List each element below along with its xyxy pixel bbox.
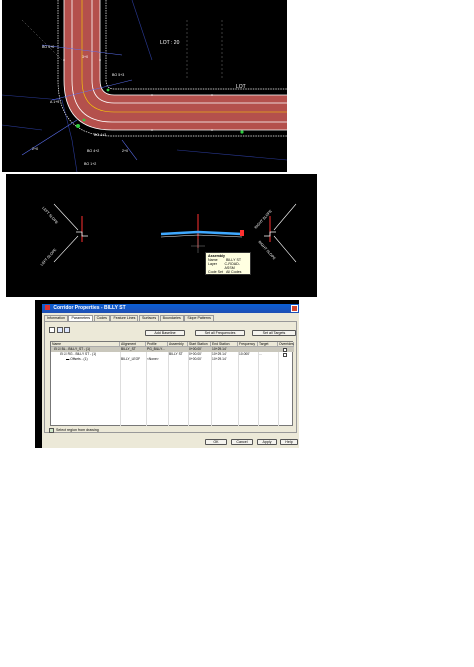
dialog-titlebar[interactable]: Corridor Properties - BILLY ST bbox=[42, 304, 299, 313]
collapse-icon[interactable] bbox=[64, 327, 70, 333]
tooltip-key: Code Set Style bbox=[208, 270, 223, 278]
table-row[interactable]: ▬ Offsets - (1) BILLY_LEOF <None> 0+00.0… bbox=[51, 357, 294, 362]
expand-toggle-icon[interactable]: ⊟ ☑ bbox=[54, 347, 62, 351]
expand-icon[interactable] bbox=[57, 327, 63, 333]
tooltip-key: Layer bbox=[208, 262, 217, 266]
override-checkbox[interactable] bbox=[283, 347, 287, 352]
station-label: BO 5+0 bbox=[42, 45, 54, 49]
tooltip-row: Layer C-ROAD-ASSM bbox=[208, 262, 248, 270]
plan-drawing: LOT : 20 LOT BO 5+0 3+0 BO 5+3 A 1+9 BO … bbox=[2, 0, 287, 172]
parameters-panel: Add Baseline Set all Frequencies Set all… bbox=[44, 321, 297, 433]
lot-label: LOT : 20 bbox=[160, 40, 180, 46]
left-slope-label: LEFT SLOPE bbox=[41, 206, 59, 225]
override-checkbox[interactable] bbox=[283, 352, 287, 357]
apply-button[interactable]: Apply bbox=[257, 439, 277, 445]
tooltip-value: All Codes bbox=[226, 270, 242, 274]
left-slope-label: LEFT SLOPE bbox=[40, 247, 58, 266]
set-all-targets-button[interactable]: Set all Targets bbox=[252, 330, 296, 336]
corridor-properties-dialog: Corridor Properties - BILLY ST Informati… bbox=[42, 304, 299, 448]
lot-label-2: LOT bbox=[236, 84, 246, 90]
select-region-label: Select region from drawing bbox=[56, 428, 99, 432]
expand-toggle-icon[interactable]: ⊟ ☑ bbox=[60, 352, 68, 356]
cad-section-view[interactable]: LEFT SLOPE LEFT SLOPE RIGHT SLOPE RIGHT … bbox=[6, 174, 317, 297]
row-name: ▬ Offsets - (1) bbox=[66, 357, 88, 361]
set-all-frequencies-button[interactable]: Set all Frequencies bbox=[195, 330, 245, 336]
dialog-title: Corridor Properties - BILLY ST bbox=[53, 305, 126, 311]
tooltip-value: C-ROAD-ASSM bbox=[224, 262, 240, 270]
station-label: 2+0 bbox=[122, 149, 128, 153]
cancel-button[interactable]: Cancel bbox=[231, 439, 253, 445]
station-label: BO 4+2 bbox=[87, 149, 99, 153]
right-slope-label: RIGHT SLOPE bbox=[257, 240, 277, 261]
tooltip-row: Code Set Style All Codes bbox=[208, 270, 248, 278]
add-baseline-button[interactable]: Add Baseline bbox=[145, 330, 185, 336]
corridor-properties-screenshot: Corridor Properties - BILLY ST Informati… bbox=[35, 300, 299, 448]
station-label: A 1+9 bbox=[50, 100, 59, 104]
station-label: BO 4+3 bbox=[94, 133, 106, 137]
station-label: 3+0 bbox=[82, 55, 88, 59]
station-label: BO 5+3 bbox=[112, 73, 124, 77]
row-profile[interactable]: <None> bbox=[146, 357, 168, 362]
row-end-station[interactable]: 10+29.14' bbox=[211, 357, 238, 362]
row-alignment[interactable]: BILLY_LEOF bbox=[120, 357, 146, 362]
row-start-station[interactable]: 0+00.00' bbox=[188, 357, 211, 362]
baseline-table: Name Alignment Profile Assembly Start St… bbox=[50, 341, 294, 426]
view-icon[interactable] bbox=[49, 327, 55, 333]
cad-plan-view[interactable]: LOT : 20 LOT BO 5+0 3+0 BO 5+3 A 1+9 BO … bbox=[2, 0, 287, 172]
section-drawing: LEFT SLOPE LEFT SLOPE RIGHT SLOPE RIGHT … bbox=[40, 203, 297, 267]
station-label: BO 1+2 bbox=[84, 162, 96, 166]
station-label: 2+0 bbox=[32, 147, 38, 151]
close-icon[interactable] bbox=[291, 305, 298, 312]
help-button[interactable]: Help bbox=[280, 439, 298, 445]
app-icon bbox=[45, 305, 50, 310]
ok-button[interactable]: OK bbox=[205, 439, 227, 445]
assembly-tooltip: Assembly Name BILLY ST Layer C-ROAD-ASSM… bbox=[205, 252, 251, 278]
select-region-icon[interactable] bbox=[49, 428, 54, 433]
